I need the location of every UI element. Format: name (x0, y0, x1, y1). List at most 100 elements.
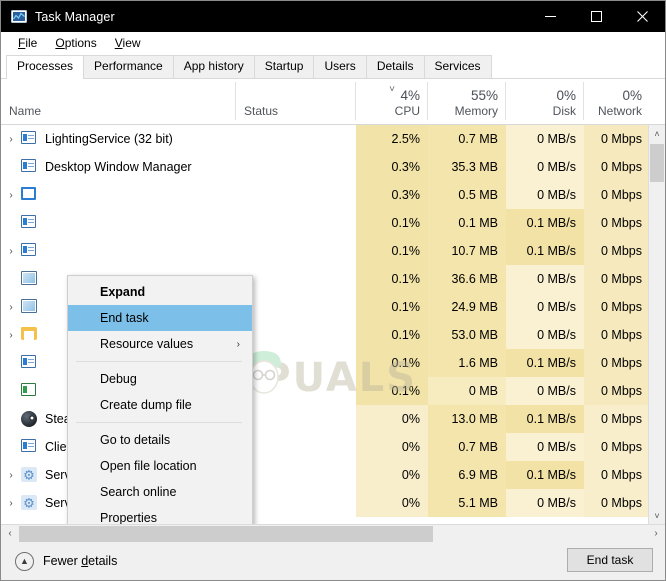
cell-network: 0 Mbps (584, 181, 650, 209)
column-header-row: Name Status ˅ 4% CPU 55% Memory 0% Disk … (1, 79, 665, 125)
cell-network: 0 Mbps (584, 433, 650, 461)
cell-cpu: 0.1% (356, 237, 428, 265)
context-menu-item[interactable]: Expand (68, 279, 252, 305)
close-icon (636, 11, 648, 22)
context-menu-item[interactable]: Go to details (68, 427, 252, 453)
document-icon (21, 243, 38, 259)
cell-disk: 0.1 MB/s (506, 237, 584, 265)
cell-cpu: 0.3% (356, 181, 428, 209)
cell-network: 0 Mbps (584, 125, 650, 153)
table-row[interactable]: Desktop Window Manager 0.3% 35.3 MB 0 MB/s 0… (1, 153, 665, 181)
chart-icon (21, 299, 38, 315)
folder-icon (21, 327, 38, 343)
cell-name[interactable]: Desktop Window Manager (1, 153, 236, 181)
end-task-button[interactable]: End task (567, 548, 653, 572)
cell-disk: 0 MB/s (506, 265, 584, 293)
cell-network: 0 Mbps (584, 349, 650, 377)
context-menu-item-label: Resource values (100, 337, 194, 351)
table-row[interactable]: 0.1% 0.1 MB 0.1 MB/s 0 Mbps (1, 209, 665, 237)
column-header-cpu[interactable]: ˅ 4% CPU (356, 79, 428, 124)
chevron-up-circle-icon: ▲ (15, 551, 34, 571)
context-menu-item[interactable]: Properties (68, 505, 252, 524)
cell-memory: 0.1 MB (428, 209, 506, 237)
column-header-disk[interactable]: 0% Disk (506, 79, 584, 124)
process-name: LightingService (32 bit) (45, 132, 173, 146)
table-row[interactable]: › 0.1% 10.7 MB 0.1 MB/s 0 Mbps (1, 237, 665, 265)
expand-chevron-icon[interactable]: › (1, 498, 21, 509)
tab-processes[interactable]: Processes (6, 55, 85, 79)
document-icon-glyph (21, 215, 36, 228)
cell-disk: 0 MB/s (506, 293, 584, 321)
vertical-scroll-thumb[interactable] (650, 144, 664, 182)
cell-name[interactable]: › (1, 237, 236, 265)
cell-disk: 0.1 MB/s (506, 209, 584, 237)
expand-chevron-icon[interactable]: › (1, 246, 21, 257)
cell-name[interactable]: › (1, 181, 236, 209)
cell-cpu: 0.1% (356, 293, 428, 321)
tab-startup[interactable]: Startup (253, 55, 315, 78)
document-icon (21, 215, 38, 231)
horizontal-scroll-thumb[interactable] (19, 525, 434, 542)
column-header-name[interactable]: Name (1, 79, 236, 124)
cell-name[interactable]: › LightingService (32 bit) (1, 125, 236, 153)
cell-disk: 0 MB/s (506, 153, 584, 181)
table-row[interactable]: › 0.3% 0.5 MB 0 MB/s 0 Mbps (1, 181, 665, 209)
fewer-details-button[interactable]: ▲ Fewer details (15, 551, 117, 571)
scroll-right-button[interactable]: › (647, 528, 665, 539)
tab-services[interactable]: Services (423, 55, 492, 78)
document-icon-glyph (21, 131, 36, 144)
expand-chevron-icon[interactable]: › (1, 470, 21, 481)
context-menu-item[interactable]: Resource values › (68, 331, 252, 357)
tab-details[interactable]: Details (365, 55, 425, 78)
menu-item-options[interactable]: Options (46, 34, 105, 52)
cell-disk: 0 MB/s (506, 321, 584, 349)
column-header-network[interactable]: 0% Network (584, 79, 650, 124)
scroll-left-button[interactable]: ‹ (1, 528, 19, 539)
expand-chevron-icon[interactable]: › (1, 302, 21, 313)
context-menu-item-label: Create dump file (100, 398, 192, 412)
table-row[interactable]: › LightingService (32 bit) 2.5% 0.7 MB 0 MB/… (1, 125, 665, 153)
gear-icon-glyph (21, 495, 37, 510)
cell-disk: 0 MB/s (506, 125, 584, 153)
folder-icon-glyph (21, 327, 37, 340)
expand-chevron-icon[interactable]: › (1, 190, 21, 201)
scroll-down-button[interactable]: ˅ (649, 507, 665, 524)
window-title: Task Manager (35, 9, 115, 24)
cell-status (236, 321, 356, 349)
document-icon-glyph (21, 439, 36, 452)
horizontal-scrollbar[interactable]: ‹ › (1, 524, 665, 542)
cell-cpu: 0% (356, 405, 428, 433)
close-button[interactable] (619, 1, 665, 32)
cell-memory: 35.3 MB (428, 153, 506, 181)
context-menu-item[interactable]: End task (68, 305, 252, 331)
column-header-memory[interactable]: 55% Memory (428, 79, 506, 124)
cell-disk: 0 MB/s (506, 433, 584, 461)
expand-chevron-icon[interactable]: › (1, 134, 21, 145)
cell-network: 0 Mbps (584, 321, 650, 349)
menu-item-view[interactable]: View (106, 34, 150, 52)
menu-bar: File Options View (1, 32, 665, 54)
task-manager-icon (11, 9, 27, 25)
context-menu-item[interactable]: Search online (68, 479, 252, 505)
column-header-status[interactable]: Status (236, 79, 356, 124)
tab-app-history[interactable]: App history (172, 55, 255, 78)
expand-chevron-icon[interactable]: › (1, 330, 21, 341)
scroll-up-button[interactable]: ˄ (649, 125, 665, 142)
cell-network: 0 Mbps (584, 377, 650, 405)
menu-item-file[interactable]: File (9, 34, 46, 52)
cell-network: 0 Mbps (584, 237, 650, 265)
monitor-icon (21, 271, 38, 287)
process-grid: Name Status ˅ 4% CPU 55% Memory 0% Disk … (1, 79, 665, 524)
context-menu-item-label: Debug (100, 372, 137, 386)
context-menu-item[interactable]: Open file location (68, 453, 252, 479)
maximize-button[interactable] (573, 1, 619, 32)
context-menu-item[interactable]: Debug (68, 366, 252, 392)
context-menu-item[interactable]: Create dump file (68, 392, 252, 418)
tab-users[interactable]: Users (313, 55, 367, 78)
cell-name[interactable] (1, 209, 236, 237)
horizontal-scroll-track[interactable] (19, 525, 647, 543)
minimize-button[interactable] (527, 1, 573, 32)
status-bar: ▲ Fewer details End task (1, 542, 665, 580)
vertical-scrollbar[interactable]: ˄ ˅ (648, 125, 665, 524)
tab-performance[interactable]: Performance (83, 55, 174, 78)
